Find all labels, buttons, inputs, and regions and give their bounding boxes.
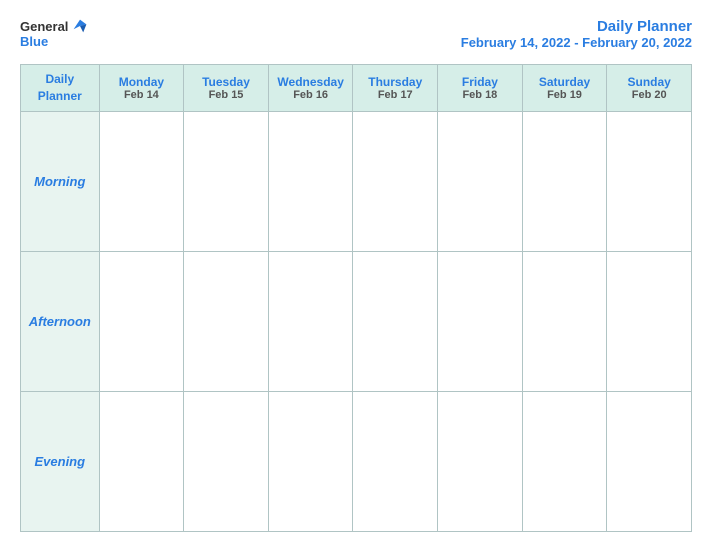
day-name-tuesday: Tuesday bbox=[188, 75, 264, 89]
day-name-wednesday: Wednesday bbox=[273, 75, 349, 89]
afternoon-tuesday[interactable] bbox=[184, 251, 269, 391]
day-date-sunday: Feb 20 bbox=[611, 89, 687, 101]
logo-area: General Blue bbox=[20, 18, 88, 49]
col-header-thursday: Thursday Feb 17 bbox=[353, 65, 438, 112]
header-row: Daily Planner Monday Feb 14 Tuesday Feb … bbox=[21, 65, 692, 112]
header: General Blue Daily Planner February 14, … bbox=[20, 18, 692, 50]
day-date-tuesday: Feb 15 bbox=[188, 89, 264, 101]
day-date-wednesday: Feb 16 bbox=[273, 89, 349, 101]
morning-label: Morning bbox=[21, 111, 100, 251]
afternoon-monday[interactable] bbox=[99, 251, 184, 391]
evening-saturday[interactable] bbox=[522, 391, 607, 531]
planner-title: Daily Planner bbox=[461, 18, 692, 35]
afternoon-sunday[interactable] bbox=[607, 251, 692, 391]
afternoon-friday[interactable] bbox=[438, 251, 523, 391]
day-date-thursday: Feb 17 bbox=[357, 89, 433, 101]
morning-friday[interactable] bbox=[438, 111, 523, 251]
col-header-wednesday: Wednesday Feb 16 bbox=[268, 65, 353, 112]
morning-wednesday[interactable] bbox=[268, 111, 353, 251]
morning-sunday[interactable] bbox=[607, 111, 692, 251]
title-area: Daily Planner February 14, 2022 - Februa… bbox=[461, 18, 692, 50]
day-date-monday: Feb 14 bbox=[104, 89, 180, 101]
day-name-friday: Friday bbox=[442, 75, 518, 89]
morning-monday[interactable] bbox=[99, 111, 184, 251]
evening-label: Evening bbox=[21, 391, 100, 531]
morning-tuesday[interactable] bbox=[184, 111, 269, 251]
planner-label: Planner bbox=[38, 89, 82, 103]
planner-date-range: February 14, 2022 - February 20, 2022 bbox=[461, 35, 692, 50]
logo-general: General bbox=[20, 19, 68, 34]
day-name-saturday: Saturday bbox=[527, 75, 603, 89]
page: General Blue Daily Planner February 14, … bbox=[0, 0, 712, 550]
evening-wednesday[interactable] bbox=[268, 391, 353, 531]
logo-blue: Blue bbox=[20, 34, 48, 49]
afternoon-thursday[interactable] bbox=[353, 251, 438, 391]
evening-monday[interactable] bbox=[99, 391, 184, 531]
evening-row: Evening bbox=[21, 391, 692, 531]
col-header-saturday: Saturday Feb 19 bbox=[522, 65, 607, 112]
morning-saturday[interactable] bbox=[522, 111, 607, 251]
afternoon-wednesday[interactable] bbox=[268, 251, 353, 391]
morning-thursday[interactable] bbox=[353, 111, 438, 251]
daily-label: Daily bbox=[45, 72, 74, 86]
day-name-sunday: Sunday bbox=[611, 75, 687, 89]
afternoon-label: Afternoon bbox=[21, 251, 100, 391]
col-header-tuesday: Tuesday Feb 15 bbox=[184, 65, 269, 112]
day-date-saturday: Feb 19 bbox=[527, 89, 603, 101]
morning-row: Morning bbox=[21, 111, 692, 251]
daily-planner-header: Daily Planner bbox=[21, 65, 100, 112]
afternoon-saturday[interactable] bbox=[522, 251, 607, 391]
day-name-thursday: Thursday bbox=[357, 75, 433, 89]
col-header-friday: Friday Feb 18 bbox=[438, 65, 523, 112]
logo-bird-icon bbox=[72, 18, 88, 34]
evening-tuesday[interactable] bbox=[184, 391, 269, 531]
calendar-table: Daily Planner Monday Feb 14 Tuesday Feb … bbox=[20, 64, 692, 532]
col-header-sunday: Sunday Feb 20 bbox=[607, 65, 692, 112]
evening-friday[interactable] bbox=[438, 391, 523, 531]
col-header-monday: Monday Feb 14 bbox=[99, 65, 184, 112]
evening-thursday[interactable] bbox=[353, 391, 438, 531]
day-date-friday: Feb 18 bbox=[442, 89, 518, 101]
afternoon-row: Afternoon bbox=[21, 251, 692, 391]
day-name-monday: Monday bbox=[104, 75, 180, 89]
evening-sunday[interactable] bbox=[607, 391, 692, 531]
logo-text: General bbox=[20, 18, 88, 34]
